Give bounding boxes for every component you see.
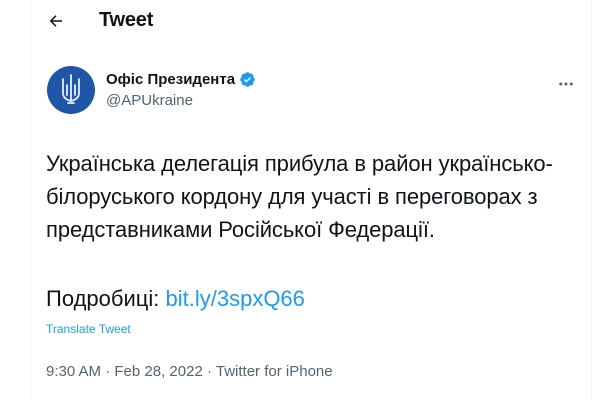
page-title: Tweet <box>99 9 154 31</box>
author-display-name[interactable]: Офіс Президента <box>106 71 235 88</box>
more-options-button[interactable] <box>554 72 578 96</box>
trident-emblem-icon <box>62 74 80 104</box>
arrow-left-icon <box>49 15 62 27</box>
author-info: Офіс Президента @APUkraine <box>106 71 256 109</box>
page-header: Tweet <box>31 0 591 48</box>
avatar[interactable] <box>47 66 95 114</box>
meta-separator: · <box>105 363 111 380</box>
tweet-link[interactable]: bit.ly/3spxQ66 <box>166 286 305 311</box>
column-border-right <box>591 0 592 400</box>
author-handle[interactable]: @APUkraine <box>106 92 256 109</box>
verified-badge-icon <box>240 72 255 87</box>
meta-separator: · <box>206 363 212 380</box>
details-line: Подробиці: bit.ly/3spxQ66 <box>46 282 305 315</box>
details-prefix: Подробиці: <box>46 286 160 311</box>
tweet-text-line: Українська делегація прибула в район укр… <box>46 151 553 176</box>
tweet-text: Українська делегація прибула в район укр… <box>46 147 576 246</box>
back-button[interactable] <box>39 4 73 38</box>
name-row: Офіс Президента <box>106 71 256 88</box>
translate-tweet-link[interactable]: Translate Tweet <box>46 322 131 336</box>
tweet-page: Tweet Офіс Президента @APUkraine Українс… <box>0 0 600 400</box>
tweet-text-line: білоруського кордону для участі в перего… <box>46 184 538 209</box>
tweet-source[interactable]: Twitter for iPhone <box>216 363 333 380</box>
tweet-text-line: представниками Російської Федерації. <box>46 217 435 242</box>
tweet-meta: 9:30 AM · Feb 28, 2022 · Twitter for iPh… <box>46 363 333 380</box>
tweet-date[interactable]: Feb 28, 2022 <box>114 363 202 380</box>
column-border-left <box>30 0 31 400</box>
tweet-time[interactable]: 9:30 AM <box>46 363 101 380</box>
more-horizontal-icon <box>559 82 573 86</box>
